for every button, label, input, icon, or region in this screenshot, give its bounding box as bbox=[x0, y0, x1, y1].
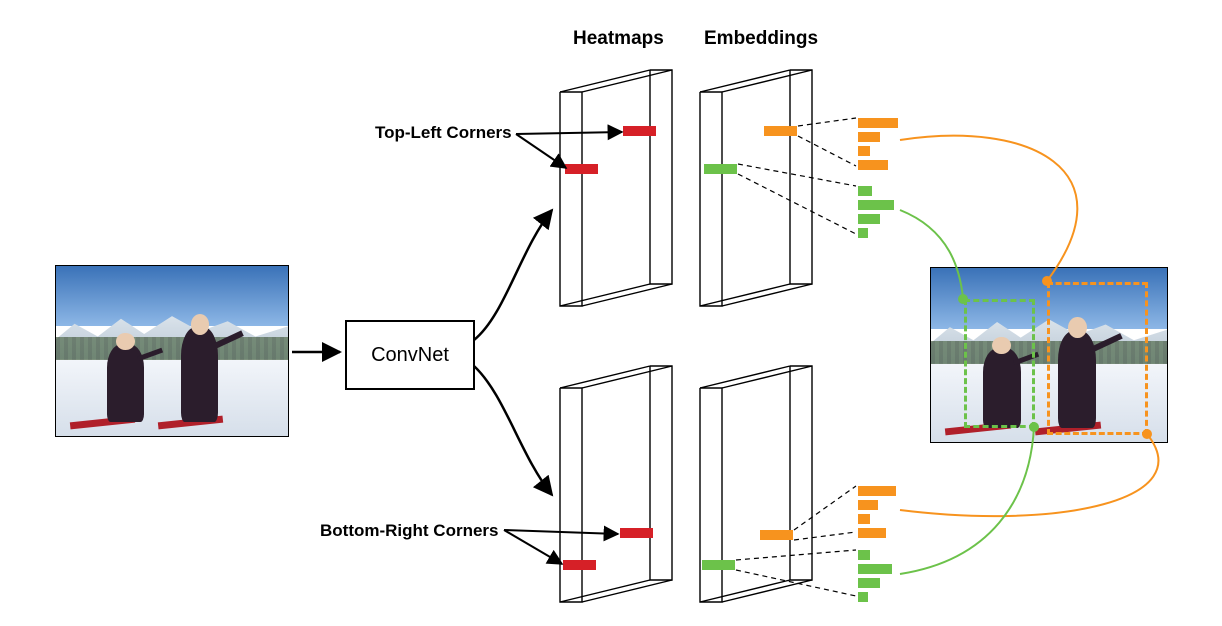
embedding-bar-orange bbox=[760, 530, 793, 540]
cuboid-heatmaps-top bbox=[560, 70, 672, 306]
embedding-vector-orange-bottom bbox=[858, 486, 896, 538]
arrow-label-tl-2 bbox=[516, 132, 622, 134]
convnet-block: ConvNet bbox=[345, 320, 475, 390]
input-image bbox=[55, 265, 289, 437]
bottom-right-corners-label: Bottom-Right Corners bbox=[320, 521, 498, 541]
embedding-bar-green bbox=[702, 560, 735, 570]
dashed-projection-top bbox=[738, 118, 856, 234]
cuboid-heatmaps-bottom bbox=[560, 366, 672, 602]
diagram-stage: ConvNet Heatmaps Embeddings Top-Left Cor… bbox=[0, 0, 1222, 626]
convnet-label: ConvNet bbox=[371, 344, 449, 367]
heatmap-bar-red bbox=[563, 560, 596, 570]
match-curve-orange-br bbox=[900, 434, 1158, 516]
heatmap-bar-red bbox=[620, 528, 653, 538]
embedding-vector-green-bottom bbox=[858, 550, 892, 602]
arrow-label-tl-1 bbox=[516, 134, 566, 168]
dashed-projection-bottom bbox=[736, 486, 856, 596]
embedding-vector-orange-top bbox=[858, 118, 898, 170]
cuboid-embeddings-bottom bbox=[700, 366, 812, 602]
embedding-vector-green-top bbox=[858, 186, 894, 238]
embedding-bar-orange bbox=[764, 126, 797, 136]
match-curve-orange-tl bbox=[900, 136, 1077, 281]
cuboid-embeddings-top bbox=[700, 70, 812, 306]
arrow-label-br-2 bbox=[504, 530, 618, 534]
heatmap-bar-red bbox=[565, 164, 598, 174]
arrow-conv-to-bottom bbox=[474, 366, 552, 495]
top-left-corners-label: Top-Left Corners bbox=[375, 123, 512, 143]
embedding-bar-green bbox=[704, 164, 737, 174]
embeddings-header: Embeddings bbox=[704, 28, 818, 50]
output-image bbox=[930, 267, 1168, 443]
arrow-conv-to-top bbox=[474, 210, 552, 340]
heatmap-bar-red bbox=[623, 126, 656, 136]
heatmaps-header: Heatmaps bbox=[573, 28, 664, 50]
detection-box-orange bbox=[1047, 282, 1148, 435]
match-curve-green-br bbox=[900, 427, 1034, 574]
detection-box-green bbox=[964, 299, 1035, 428]
arrow-label-br-1 bbox=[504, 530, 562, 564]
